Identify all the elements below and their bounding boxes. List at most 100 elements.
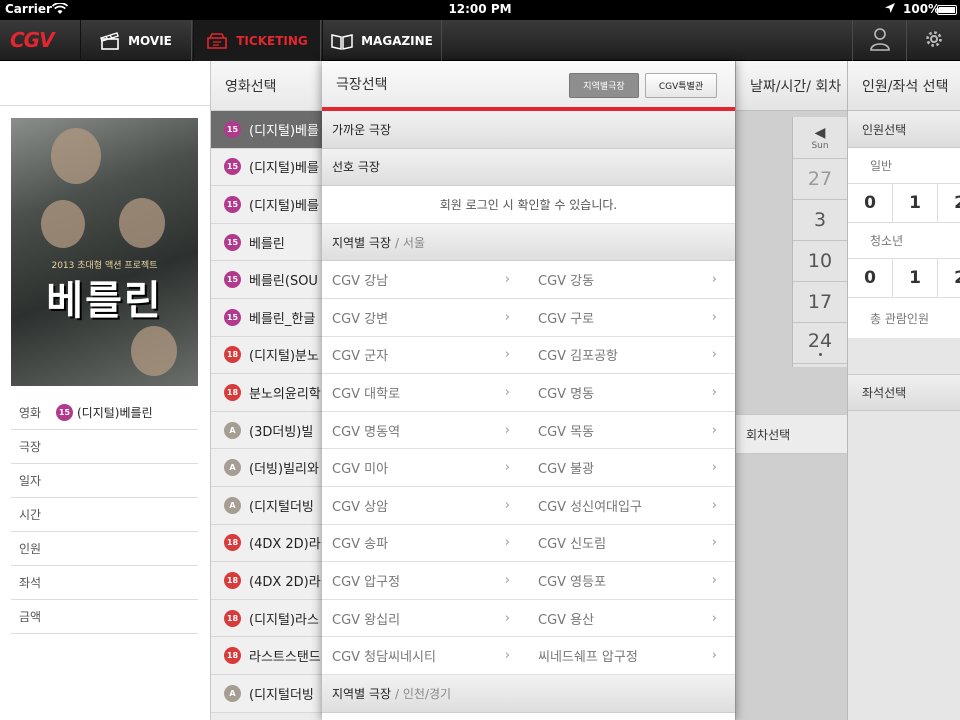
- youth-count-picker: 0 1 2: [848, 258, 960, 298]
- chevron-right-icon: ›: [504, 648, 510, 664]
- date-prev-button[interactable]: ◀ Sun: [793, 117, 847, 159]
- count-option[interactable]: 0: [848, 184, 893, 222]
- rating-badge: A: [224, 421, 241, 439]
- date-item[interactable]: 27: [793, 159, 847, 200]
- region-theater-button[interactable]: 지역별극장: [569, 73, 639, 98]
- movie-list-item[interactable]: 15 (디지털)베를: [211, 186, 322, 224]
- movie-list-item[interactable]: 18 (4DX 2D)라: [211, 562, 322, 600]
- theater-item[interactable]: CGV 강변 ›: [322, 299, 528, 337]
- general-count-picker: 0 1 2: [848, 183, 960, 223]
- movie-list-item[interactable]: 15 (디지털)베를: [211, 148, 322, 187]
- rating-badge: 15: [224, 158, 241, 176]
- theater-item[interactable]: CGV 강동 ›: [528, 261, 735, 299]
- theater-item[interactable]: CGV 송파 ›: [322, 525, 528, 563]
- date-item[interactable]: 10: [793, 241, 847, 282]
- total-people-label: 총 관람인원: [848, 298, 960, 338]
- rating-badge: 15: [224, 308, 241, 326]
- chevron-right-icon: ›: [504, 309, 510, 325]
- left-arrow-icon: ◀: [814, 124, 826, 141]
- theater-item[interactable]: CGV 용산 ›: [528, 600, 735, 638]
- tab-ticketing[interactable]: TICKETING: [193, 20, 321, 61]
- theater-name: CGV 왕십리: [332, 612, 401, 628]
- nearby-theater-section[interactable]: 가까운 극장: [322, 111, 735, 149]
- theater-name: CGV 영등포: [538, 574, 607, 590]
- summary-label: 좌석: [19, 576, 42, 590]
- movie-title: (디지털)라스: [249, 612, 319, 628]
- theater-item[interactable]: 씨네드쉐프 압구정 ›: [528, 637, 735, 675]
- special-theater-button[interactable]: CGV특별관: [645, 73, 717, 98]
- date-number: 17: [807, 291, 833, 313]
- rating-badge: 18: [224, 534, 241, 552]
- date-number: 10: [807, 250, 833, 272]
- movie-list-item[interactable]: 15 (디지털)베를: [211, 111, 322, 149]
- movie-list-item[interactable]: 18 라스트스탠드: [211, 637, 322, 675]
- movie-list-item[interactable]: A (더빙)빌리와: [211, 449, 322, 487]
- theater-item[interactable]: CGV 대학로 ›: [322, 374, 528, 412]
- theater-item[interactable]: CGV 청담씨네시티 ›: [322, 637, 528, 675]
- date-number: 27: [807, 168, 833, 190]
- theater-name: CGV 김포공항: [538, 349, 619, 365]
- movie-list-item[interactable]: 18 분노의윤리학: [211, 374, 322, 412]
- movie-list-item[interactable]: 18 (디지털)분노: [211, 336, 322, 375]
- tab-magazine[interactable]: MAGAZINE: [322, 20, 442, 61]
- theater-item[interactable]: CGV 압구정 ›: [322, 562, 528, 600]
- tab-movie[interactable]: MOVIE: [80, 20, 192, 61]
- chevron-right-icon: ›: [711, 648, 717, 664]
- today-dot: [818, 353, 822, 356]
- poster-title: 베를린: [46, 278, 163, 324]
- movie-select-column: 영화선택 15 (디지털)베를 15 (디지털)베를 15 (디지털)베를 15 베를린 15 베…: [210, 61, 322, 720]
- profile-button[interactable]: [852, 20, 906, 61]
- movie-list: 15 (디지털)베를 15 (디지털)베를 15 (디지털)베를 15 베를린 15 베를린(SO…: [211, 111, 322, 713]
- theater-item[interactable]: CGV 미아 ›: [322, 449, 528, 487]
- rating-badge: 18: [224, 346, 241, 364]
- favorite-theater-section: 선호 극장: [322, 148, 735, 187]
- theater-item[interactable]: CGV 강남 ›: [322, 261, 528, 299]
- theater-select-panel: 극장선택 지역별극장 CGV특별관 가까운 극장 선호 극장 회원 로그인 시 …: [322, 61, 735, 720]
- theater-item[interactable]: CGV 군자 ›: [322, 337, 528, 375]
- settings-button[interactable]: [906, 20, 960, 61]
- movie-title: 베를린_한글: [249, 311, 316, 327]
- movie-list-item[interactable]: A (디지털더빙: [211, 674, 322, 713]
- theater-item[interactable]: CGV 명동 ›: [528, 374, 735, 412]
- cgv-logo[interactable]: CGV: [10, 28, 55, 52]
- count-option[interactable]: 0: [848, 259, 893, 297]
- date-item[interactable]: 3: [793, 200, 847, 241]
- movie-list-item[interactable]: A (디지털더빙: [211, 486, 322, 525]
- theater-name: CGV 미아: [332, 462, 389, 478]
- movie-list-item[interactable]: 18 (4DX 2D)라: [211, 524, 322, 563]
- movie-list-item[interactable]: 18 (디지털)라스: [211, 599, 322, 638]
- theater-item[interactable]: CGV 상암 ›: [322, 487, 528, 525]
- theater-item[interactable]: CGV 목동 ›: [528, 412, 735, 450]
- count-option[interactable]: 2: [938, 259, 960, 297]
- date-item[interactable]: 24: [793, 323, 847, 364]
- theater-item[interactable]: CGV 왕십리 ›: [322, 600, 528, 638]
- date-item[interactable]: 17: [793, 282, 847, 323]
- theater-item[interactable]: CGV 성신여대입구 ›: [528, 487, 735, 525]
- count-option[interactable]: 1: [893, 259, 938, 297]
- count-option[interactable]: 1: [893, 184, 938, 222]
- app-root: Carrier 12:00 PM 100% CGV MOVIE TICKETIN…: [0, 0, 960, 720]
- summary-label: 일자: [19, 474, 42, 488]
- movie-list-item[interactable]: 15 베를린_한글: [211, 298, 322, 337]
- clock: 12:00 PM: [448, 2, 512, 16]
- movie-list-item[interactable]: 15 베를린(SOU: [211, 261, 322, 299]
- movie-list-item[interactable]: 15 베를린: [211, 223, 322, 262]
- theater-select-header: 극장선택 지역별극장 CGV특별관: [322, 61, 735, 111]
- summary-header: [0, 61, 210, 106]
- theater-name: CGV 구로: [538, 311, 595, 327]
- theater-item[interactable]: CGV 영등포 ›: [528, 562, 735, 600]
- region-incheon-section: 지역별 극장 / 인천/경기: [322, 674, 735, 713]
- theater-item[interactable]: CGV 김포공항 ›: [528, 337, 735, 375]
- date-select-header: 날짜/시간/ 회차: [736, 61, 847, 111]
- theater-item[interactable]: CGV 불광 ›: [528, 449, 735, 487]
- rating-badge: 18: [224, 609, 241, 627]
- theater-item[interactable]: CGV 구로 ›: [528, 299, 735, 337]
- login-notice: 회원 로그인 시 확인할 수 있습니다.: [322, 186, 735, 224]
- summary-row-seat: 좌석: [11, 566, 198, 600]
- summary-label: 금액: [19, 610, 42, 624]
- theater-item[interactable]: CGV 명동역 ›: [322, 412, 528, 450]
- theater-item[interactable]: CGV 신도림 ›: [528, 525, 735, 563]
- movie-list-item[interactable]: A (3D더빙)빌: [211, 411, 322, 450]
- chevron-right-icon: ›: [504, 422, 510, 438]
- count-option[interactable]: 2: [938, 184, 960, 222]
